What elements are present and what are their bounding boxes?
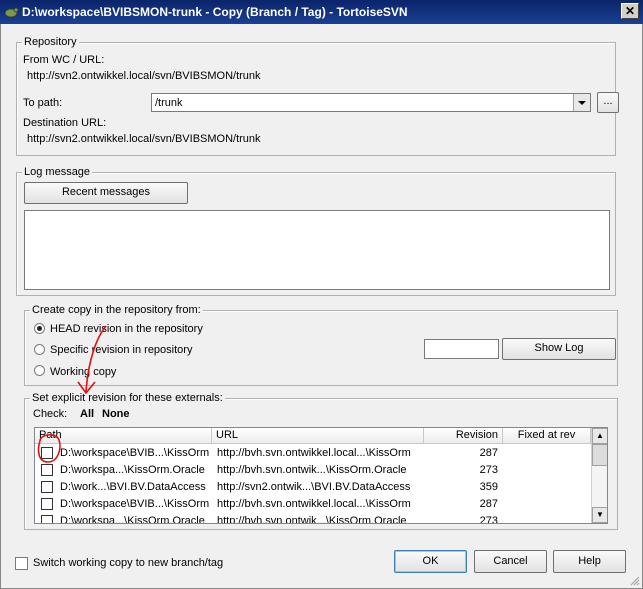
row-path: D:\work...\BVI.BV.DataAccess bbox=[60, 481, 206, 493]
row-url: http://bvh.svn.ontwik...\KissOrm.Oracle bbox=[217, 515, 407, 524]
row-revision: 287 bbox=[479, 498, 498, 510]
to-path-label: To path: bbox=[23, 97, 63, 109]
from-wc-label: From WC / URL: bbox=[23, 54, 105, 66]
close-icon[interactable]: ✕ bbox=[621, 3, 639, 19]
specific-revision-radio[interactable] bbox=[34, 344, 45, 355]
working-copy-label: Working copy bbox=[50, 366, 117, 378]
scrollbar-thumb[interactable] bbox=[592, 444, 607, 466]
switch-working-copy-checkbox[interactable] bbox=[15, 557, 28, 570]
head-revision-radio[interactable] bbox=[34, 323, 45, 334]
revision-input[interactable] bbox=[424, 339, 499, 359]
row-path: D:\workspace\BVIB...\KissOrm bbox=[60, 498, 210, 510]
destination-url-label: Destination URL: bbox=[23, 117, 107, 129]
row-path: D:\workspa...\KissOrm.Oracle bbox=[60, 464, 205, 476]
row-path: D:\workspa...\KissOrm.Oracle bbox=[60, 515, 205, 524]
log-message-textarea[interactable] bbox=[24, 210, 610, 290]
from-wc-url: http://svn2.ontwikkel.local/svn/BVIBSMON… bbox=[27, 70, 261, 82]
row-revision: 359 bbox=[479, 481, 498, 493]
table-row[interactable]: D:\workspace\BVIB...\KissOrm http://bvh.… bbox=[35, 496, 591, 513]
destination-url: http://svn2.ontwikkel.local/svn/BVIBSMON… bbox=[27, 133, 261, 145]
row-checkbox[interactable] bbox=[41, 515, 53, 523]
help-button[interactable]: Help bbox=[553, 550, 626, 573]
repository-legend: Repository bbox=[22, 36, 79, 48]
working-copy-radio[interactable] bbox=[34, 365, 45, 376]
ok-button[interactable]: OK bbox=[394, 550, 467, 573]
vertical-scrollbar[interactable]: ▲ ▼ bbox=[591, 428, 607, 523]
column-header-fixed-at-rev[interactable]: Fixed at rev bbox=[503, 428, 591, 444]
row-path: D:\workspace\BVIB...\KissOrm bbox=[60, 447, 210, 459]
row-checkbox[interactable] bbox=[41, 498, 53, 510]
chevron-down-icon bbox=[578, 101, 586, 105]
switch-working-copy-label: Switch working copy to new branch/tag bbox=[33, 557, 224, 569]
head-revision-label: HEAD revision in the repository bbox=[50, 323, 203, 335]
column-header-revision[interactable]: Revision bbox=[424, 428, 503, 444]
row-url: http://bvh.svn.ontwikkel.local...\KissOr… bbox=[217, 498, 411, 510]
window-titlebar[interactable]: D:\workspace\BVIBSMON-trunk - Copy (Bran… bbox=[0, 0, 643, 24]
combobox-dropdown-button[interactable] bbox=[573, 94, 590, 111]
check-label: Check: bbox=[33, 408, 68, 420]
show-log-button[interactable]: Show Log bbox=[502, 338, 616, 360]
cancel-button[interactable]: Cancel bbox=[474, 550, 547, 573]
check-none-link[interactable]: None bbox=[102, 408, 130, 420]
create-copy-legend: Create copy in the repository from: bbox=[30, 304, 203, 316]
column-header-url[interactable]: URL bbox=[212, 428, 424, 444]
table-row[interactable]: D:\workspa...\KissOrm.Oracle http://bvh.… bbox=[35, 513, 591, 524]
row-revision: 287 bbox=[479, 447, 498, 459]
row-checkbox[interactable] bbox=[41, 447, 53, 459]
recent-messages-button[interactable]: Recent messages bbox=[24, 182, 188, 204]
browse-button[interactable]: ... bbox=[597, 92, 619, 113]
scroll-down-icon[interactable]: ▼ bbox=[592, 507, 607, 523]
table-row[interactable]: D:\workspa...\KissOrm.Oracle http://bvh.… bbox=[35, 462, 591, 479]
log-message-legend: Log message bbox=[22, 166, 93, 178]
row-checkbox[interactable] bbox=[41, 464, 53, 476]
check-all-link[interactable]: All bbox=[80, 408, 94, 420]
to-path-combobox[interactable]: /trunk bbox=[151, 93, 591, 112]
table-row[interactable]: D:\work...\BVI.BV.DataAccess http://svn2… bbox=[35, 479, 591, 496]
externals-list[interactable]: Path URL Revision Fixed at rev D:\worksp… bbox=[34, 427, 608, 524]
row-revision: 273 bbox=[479, 515, 498, 524]
row-url: http://bvh.svn.ontwik...\KissOrm.Oracle bbox=[217, 464, 407, 476]
scroll-up-icon[interactable]: ▲ bbox=[592, 428, 607, 444]
row-checkbox[interactable] bbox=[41, 481, 53, 493]
to-path-value: /trunk bbox=[155, 97, 183, 109]
specific-revision-label: Specific revision in repository bbox=[50, 344, 193, 356]
row-url: http://svn2.ontwik...\BVI.BV.DataAccess bbox=[217, 481, 411, 493]
row-revision: 273 bbox=[479, 464, 498, 476]
row-url: http://bvh.svn.ontwikkel.local...\KissOr… bbox=[217, 447, 411, 459]
resize-grip-icon[interactable] bbox=[628, 574, 640, 586]
column-header-path[interactable]: Path bbox=[35, 428, 212, 444]
window-title: D:\workspace\BVIBSMON-trunk - Copy (Bran… bbox=[22, 5, 408, 19]
externals-legend: Set explicit revision for these external… bbox=[30, 392, 225, 404]
tortoisesvn-app-icon bbox=[4, 7, 18, 18]
table-row[interactable]: D:\workspace\BVIB...\KissOrm http://bvh.… bbox=[35, 445, 591, 462]
